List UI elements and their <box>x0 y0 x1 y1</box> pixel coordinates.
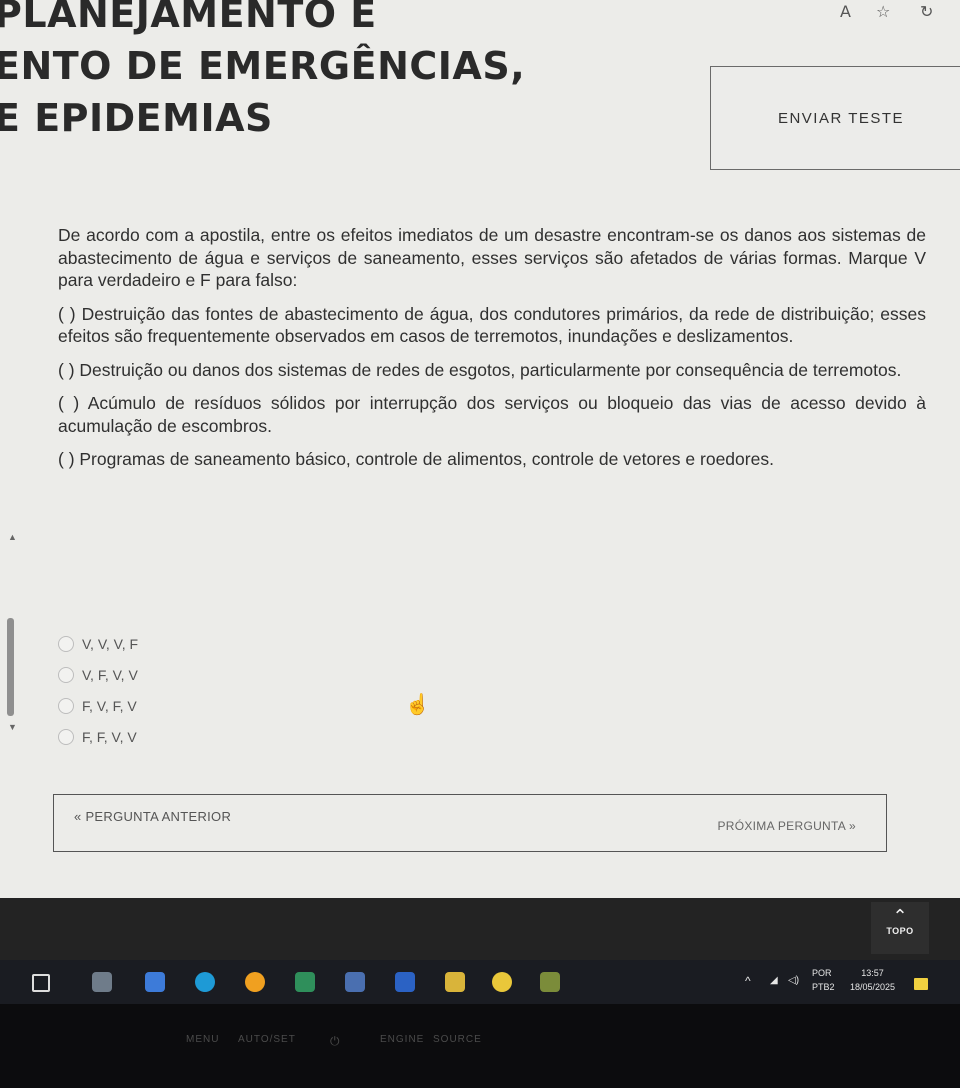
chevron-up-icon[interactable]: ^ <box>745 974 751 988</box>
page-title: PLANEJAMENTO E ENTO DE EMERGÊNCIAS, E EP… <box>0 0 525 144</box>
keyboard-label: PTB2 <box>812 982 835 992</box>
quiz-page: A ☆ ↻ PLANEJAMENTO E ENTO DE EMERGÊNCIAS… <box>0 0 960 900</box>
chrome-icon[interactable] <box>492 972 512 992</box>
scrollbar-thumb[interactable] <box>7 618 14 716</box>
app-icon[interactable] <box>540 972 560 992</box>
hand-cursor-icon: ☝ <box>405 694 430 716</box>
radio-button[interactable] <box>58 728 74 745</box>
favorite-star-icon[interactable]: ☆ <box>876 2 890 21</box>
question-navigation: « PERGUNTA ANTERIOR PRÓXIMA PERGUNTA » <box>53 794 887 852</box>
option-c[interactable]: F, V, F, V <box>58 690 138 721</box>
statement-3: ( ) Acúmulo de resíduos sólidos por inte… <box>58 393 926 436</box>
send-test-button-label: ENVIAR TESTE <box>777 109 905 127</box>
monitor-autoset-button[interactable]: AUTO/SET <box>238 1034 296 1045</box>
clock-date: 18/05/2025 <box>850 982 896 992</box>
question-block: De acordo com a apostila, entre os efeit… <box>58 224 926 482</box>
page-title-line-1: PLANEJAMENTO E <box>0 0 377 36</box>
volume-icon[interactable]: ◁) <box>788 974 799 988</box>
monitor-bezel: MENU AUTO/SET ⏻ ENGINE SOURCE <box>0 1004 960 1088</box>
page-title-line-2: ENTO DE EMERGÊNCIAS, <box>0 44 526 88</box>
option-a-label: V, V, V, F <box>82 635 139 652</box>
back-to-top-button[interactable]: ⌃ TOPO <box>871 902 929 954</box>
scroll-down-arrow-icon[interactable]: ▼ <box>8 722 17 732</box>
chevron-up-icon: ⌃ <box>892 906 908 926</box>
back-to-top-label: TOPO <box>886 926 914 936</box>
language-indicator[interactable]: POR PTB2 <box>812 966 835 994</box>
monitor-engine-button[interactable]: ENGINE <box>380 1034 424 1045</box>
statement-2: ( ) Destruição ou danos dos sistemas de … <box>58 359 902 380</box>
task-view-icon[interactable] <box>32 974 50 992</box>
option-b[interactable]: V, F, V, V <box>58 659 138 690</box>
radio-button[interactable] <box>58 635 74 652</box>
edge-browser-icon[interactable] <box>195 972 215 992</box>
clock[interactable]: 13:57 18/05/2025 <box>850 966 895 994</box>
option-a[interactable]: V, V, V, F <box>58 628 138 659</box>
power-icon[interactable]: ⏻ <box>330 1034 341 1049</box>
read-aloud-icon[interactable]: A <box>840 2 851 21</box>
clock-time: 13:57 <box>861 968 884 978</box>
calculator-icon[interactable] <box>295 972 315 992</box>
radio-button[interactable] <box>58 697 74 714</box>
notification-icon[interactable] <box>914 978 928 990</box>
image-viewer-icon[interactable] <box>345 972 365 992</box>
language-label: POR <box>812 968 832 978</box>
refresh-icon[interactable]: ↻ <box>920 2 933 21</box>
monitor-source-button[interactable]: SOURCE <box>433 1034 482 1045</box>
explorer-icon[interactable] <box>445 972 465 992</box>
send-test-button[interactable]: ENVIAR TESTE <box>710 66 960 170</box>
previous-question-button[interactable]: « PERGUNTA ANTERIOR <box>74 809 231 824</box>
monitor-menu-button[interactable]: MENU <box>186 1034 219 1045</box>
page-title-line-3: E EPIDEMIAS <box>0 96 273 140</box>
question-intro: De acordo com a apostila, entre os efeit… <box>58 225 926 290</box>
statement-4: ( ) Programas de saneamento básico, cont… <box>58 449 774 469</box>
browser-toolbar: A ☆ ↻ <box>840 2 960 26</box>
scroll-up-arrow-icon[interactable]: ▲ <box>8 532 17 542</box>
page-footer <box>0 898 960 960</box>
firefox-icon[interactable] <box>245 972 265 992</box>
option-c-label: F, V, F, V <box>82 697 137 714</box>
windows-taskbar: ^ ◢ ◁) POR PTB2 13:57 18/05/2025 <box>0 960 960 1004</box>
radio-button[interactable] <box>58 666 74 683</box>
network-icon[interactable]: ◢ <box>770 974 778 988</box>
app-icon[interactable] <box>92 972 112 992</box>
option-b-label: V, F, V, V <box>82 666 138 683</box>
option-d[interactable]: F, F, V, V <box>58 721 138 752</box>
next-question-button[interactable]: PRÓXIMA PERGUNTA » <box>717 819 856 833</box>
answer-options: V, V, V, F V, F, V, V F, V, F, V F, F, V… <box>58 628 138 752</box>
store-icon[interactable] <box>395 972 415 992</box>
statement-1: ( ) Destruição das fontes de abastecimen… <box>58 303 926 347</box>
teams-icon[interactable] <box>145 972 165 992</box>
option-d-label: F, F, V, V <box>82 728 137 745</box>
